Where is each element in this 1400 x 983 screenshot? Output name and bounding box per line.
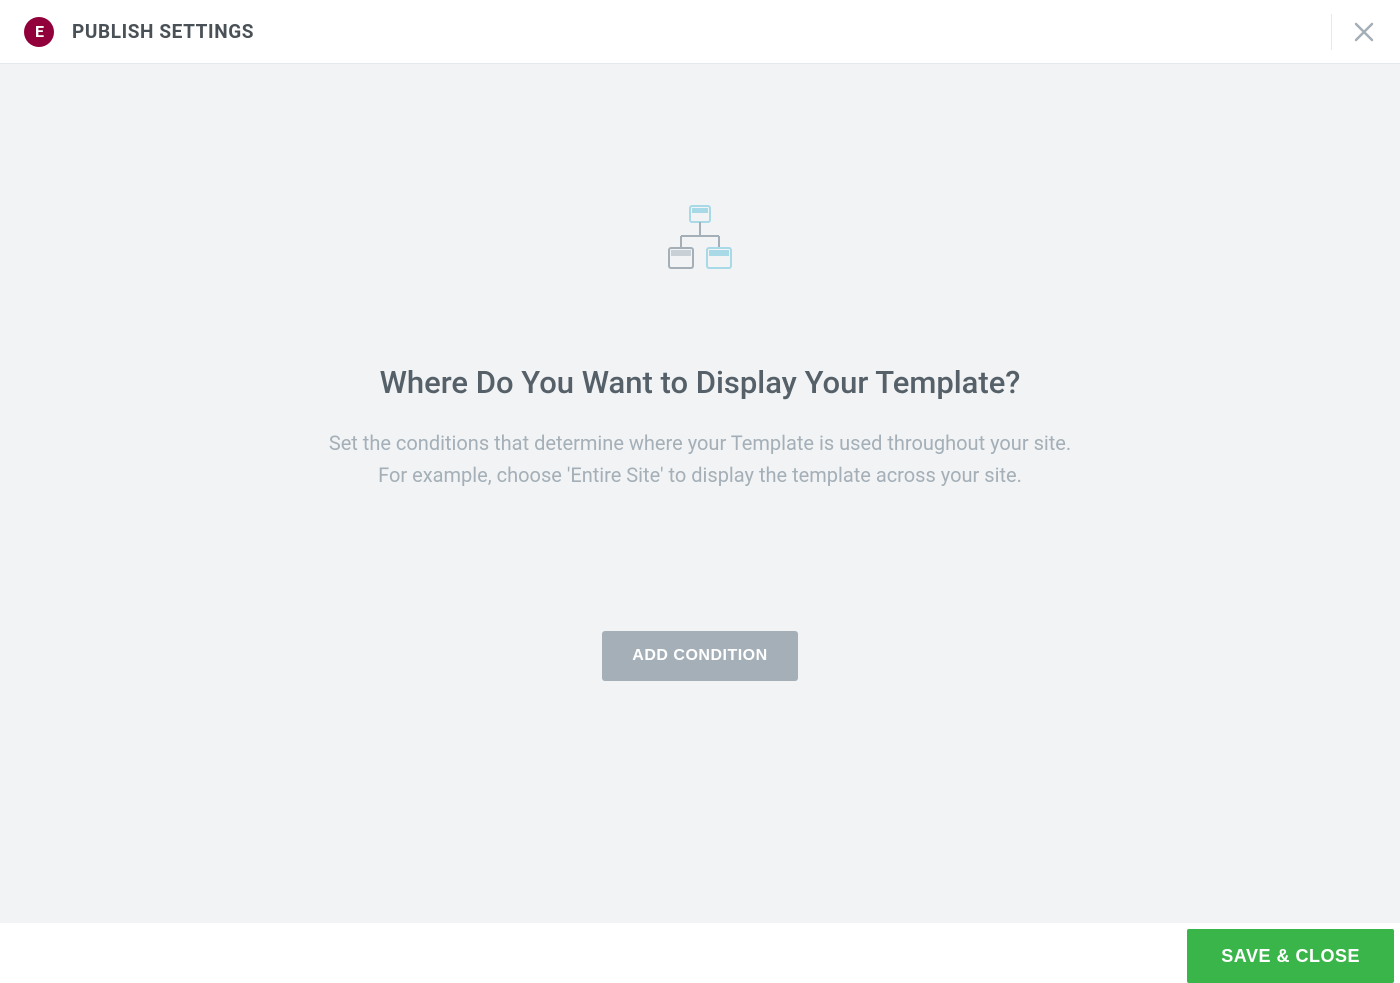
header-right [1331,14,1376,50]
dialog-header: E PUBLISH SETTINGS [0,0,1400,64]
subtext-line1: Set the conditions that determine where … [329,431,1071,455]
dialog-footer: SAVE & CLOSE [0,923,1400,983]
save-close-button[interactable]: SAVE & CLOSE [1187,929,1394,983]
dialog-body: Where Do You Want to Display Your Templa… [0,64,1400,923]
close-button[interactable] [1352,20,1376,44]
main-heading: Where Do You Want to Display Your Templa… [380,364,1021,401]
logo-letter: E [35,22,43,41]
elementor-logo: E [24,17,54,47]
add-condition-button[interactable]: ADD CONDITION [602,631,797,681]
close-icon [1352,20,1376,44]
subtext-line2: For example, choose 'Entire Site' to dis… [378,463,1022,487]
header-divider [1331,14,1332,50]
sitemap-icon [665,204,735,274]
dialog-title: PUBLISH SETTINGS [72,20,254,43]
main-subtext: Set the conditions that determine where … [329,427,1071,491]
